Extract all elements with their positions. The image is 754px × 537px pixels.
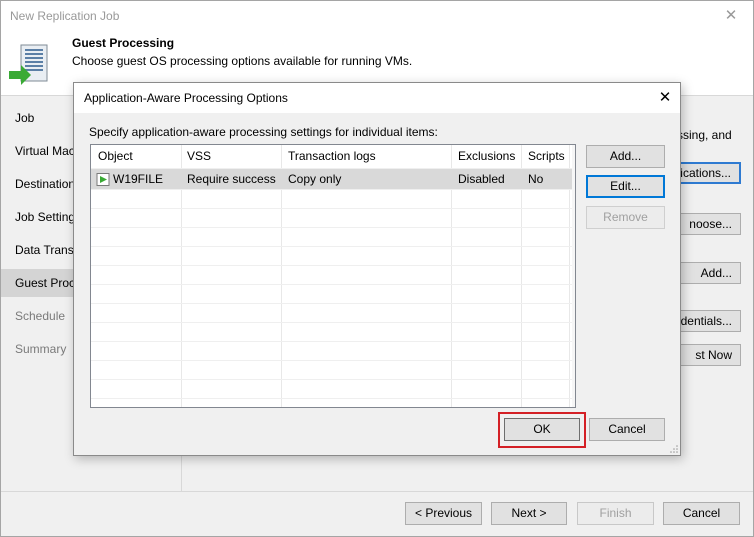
- resize-grip-icon[interactable]: [670, 445, 678, 453]
- step-subtitle: Choose guest OS processing options avail…: [72, 54, 413, 68]
- column-header-exclusions[interactable]: Exclusions: [458, 149, 515, 163]
- table-scroll-gutter: [572, 145, 575, 407]
- wizard-cancel-button[interactable]: Cancel: [663, 502, 740, 525]
- cell-object: W19FILE: [113, 172, 164, 186]
- dialog-title: Application-Aware Processing Options: [84, 91, 288, 105]
- remove-item-button: Remove: [586, 206, 665, 229]
- window-title-bar: New Replication Job ✕: [1, 1, 753, 31]
- dialog-close-icon[interactable]: ✕: [653, 86, 677, 110]
- server-arrow-icon: [9, 44, 48, 85]
- ok-button[interactable]: OK: [504, 418, 580, 441]
- window-title: New Replication Job: [10, 9, 120, 23]
- cell-vss: Require success: [187, 172, 276, 186]
- dialog-instruction: Specify application-aware processing set…: [89, 125, 438, 139]
- finish-button: Finish: [577, 502, 654, 525]
- step-title: Guest Processing: [72, 36, 175, 50]
- cell-scripts: No: [528, 172, 544, 186]
- application-aware-processing-dialog: Application-Aware Processing Options ✕ S…: [73, 82, 681, 456]
- cell-transaction-logs: Copy only: [288, 172, 342, 186]
- footer-divider: [1, 491, 753, 492]
- dialog-title-bar: Application-Aware Processing Options ✕: [74, 83, 680, 113]
- next-button[interactable]: Next >: [491, 502, 567, 525]
- column-header-transaction-logs[interactable]: Transaction logs: [288, 149, 376, 163]
- add-item-button[interactable]: Add...: [586, 145, 665, 168]
- column-header-object[interactable]: Object: [98, 149, 133, 163]
- vm-icon: [96, 173, 110, 186]
- table-row[interactable]: W19FILE Require success Copy only Disabl…: [91, 169, 575, 189]
- dialog-cancel-button[interactable]: Cancel: [589, 418, 665, 441]
- items-table: Object VSS Transaction logs Exclusions S…: [90, 144, 576, 408]
- previous-button[interactable]: < Previous: [405, 502, 482, 525]
- column-header-scripts[interactable]: Scripts: [528, 149, 565, 163]
- edit-item-button[interactable]: Edit...: [586, 175, 665, 198]
- window-close-icon[interactable]: ✕: [719, 5, 743, 27]
- cell-exclusions: Disabled: [458, 172, 505, 186]
- guest-processing-description: ssing, and: [677, 128, 732, 142]
- column-header-vss[interactable]: VSS: [187, 149, 211, 163]
